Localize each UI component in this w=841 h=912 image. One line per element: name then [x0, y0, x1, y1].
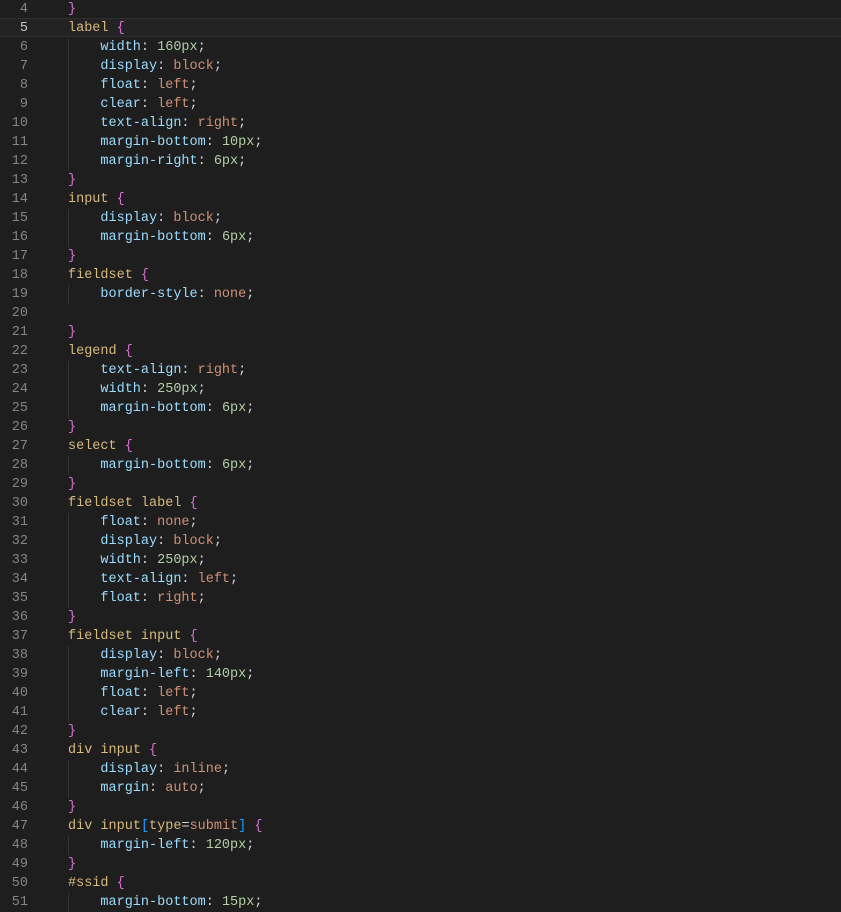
line-number: 34 [0, 570, 46, 589]
line-number: 19 [0, 285, 46, 304]
code-line[interactable]: } [68, 798, 841, 817]
line-number: 7 [0, 57, 46, 76]
line-number: 47 [0, 817, 46, 836]
line-number: 17 [0, 247, 46, 266]
line-number: 23 [0, 361, 46, 380]
code-line[interactable]: margin-left: 120px; [68, 836, 841, 855]
code-line[interactable]: clear: left; [68, 95, 841, 114]
code-line[interactable]: } [68, 475, 841, 494]
code-line[interactable]: fieldset { [68, 266, 841, 285]
line-number: 28 [0, 456, 46, 475]
code-line[interactable]: float: left; [68, 76, 841, 95]
line-number: 22 [0, 342, 46, 361]
line-number: 5 [0, 19, 46, 38]
code-line[interactable]: clear: left; [68, 703, 841, 722]
line-number: 32 [0, 532, 46, 551]
line-number: 33 [0, 551, 46, 570]
code-line[interactable]: input { [68, 190, 841, 209]
line-number: 36 [0, 608, 46, 627]
line-number: 13 [0, 171, 46, 190]
code-line[interactable]: display: inline; [68, 760, 841, 779]
code-line[interactable]: div input { [68, 741, 841, 760]
code-line[interactable]: margin-bottom: 6px; [68, 456, 841, 475]
line-number: 43 [0, 741, 46, 760]
line-number: 46 [0, 798, 46, 817]
code-line[interactable]: display: block; [68, 209, 841, 228]
line-number: 11 [0, 133, 46, 152]
code-line[interactable]: } [68, 247, 841, 266]
code-line[interactable]: } [68, 323, 841, 342]
line-number: 15 [0, 209, 46, 228]
line-number: 12 [0, 152, 46, 171]
code-line[interactable]: float: right; [68, 589, 841, 608]
code-line[interactable]: text-align: right; [68, 114, 841, 133]
line-number: 9 [0, 95, 46, 114]
code-line[interactable] [68, 304, 841, 323]
line-number: 39 [0, 665, 46, 684]
line-number: 51 [0, 893, 46, 912]
line-number: 21 [0, 323, 46, 342]
line-number: 30 [0, 494, 46, 513]
line-number: 4 [0, 0, 46, 19]
line-number: 8 [0, 76, 46, 95]
code-line[interactable]: div input[type=submit] { [68, 817, 841, 836]
code-line[interactable]: } [68, 171, 841, 190]
code-line[interactable]: #ssid { [68, 874, 841, 893]
line-number: 48 [0, 836, 46, 855]
code-line[interactable]: } [68, 722, 841, 741]
code-line[interactable]: margin-bottom: 15px; [68, 893, 841, 912]
code-line[interactable]: display: block; [68, 646, 841, 665]
line-number-gutter: 4567891011121314151617181920212223242526… [0, 0, 50, 911]
code-line[interactable]: } [68, 608, 841, 627]
code-line[interactable]: float: left; [68, 684, 841, 703]
code-line[interactable]: margin: auto; [68, 779, 841, 798]
line-number: 45 [0, 779, 46, 798]
line-number: 24 [0, 380, 46, 399]
line-number: 27 [0, 437, 46, 456]
code-line[interactable]: fieldset label { [68, 494, 841, 513]
line-number: 35 [0, 589, 46, 608]
code-line[interactable]: width: 250px; [68, 551, 841, 570]
line-number: 49 [0, 855, 46, 874]
line-number: 25 [0, 399, 46, 418]
code-line[interactable]: margin-right: 6px; [68, 152, 841, 171]
line-number: 50 [0, 874, 46, 893]
code-line[interactable]: } [68, 855, 841, 874]
line-number: 20 [0, 304, 46, 323]
code-line[interactable]: display: block; [68, 57, 841, 76]
code-line[interactable]: text-align: right; [68, 361, 841, 380]
code-line[interactable]: fieldset input { [68, 627, 841, 646]
code-line[interactable]: margin-left: 140px; [68, 665, 841, 684]
code-line[interactable]: } [68, 418, 841, 437]
code-line[interactable]: display: block; [68, 532, 841, 551]
code-line[interactable]: float: none; [68, 513, 841, 532]
code-line[interactable]: margin-bottom: 6px; [68, 228, 841, 247]
line-number: 31 [0, 513, 46, 532]
line-number: 14 [0, 190, 46, 209]
line-number: 44 [0, 760, 46, 779]
code-line[interactable]: width: 250px; [68, 380, 841, 399]
code-line[interactable]: text-align: left; [68, 570, 841, 589]
line-number: 38 [0, 646, 46, 665]
line-number: 16 [0, 228, 46, 247]
line-number: 26 [0, 418, 46, 437]
code-editor[interactable]: 4567891011121314151617181920212223242526… [0, 0, 841, 911]
code-line[interactable]: width: 160px; [68, 38, 841, 57]
code-line[interactable]: label { [68, 19, 841, 38]
line-number: 40 [0, 684, 46, 703]
line-number: 6 [0, 38, 46, 57]
code-content[interactable]: }label { width: 160px; display: block; f… [50, 0, 841, 911]
line-number: 10 [0, 114, 46, 133]
line-number: 42 [0, 722, 46, 741]
code-line[interactable]: } [68, 0, 841, 19]
line-number: 18 [0, 266, 46, 285]
code-line[interactable]: border-style: none; [68, 285, 841, 304]
code-line[interactable]: legend { [68, 342, 841, 361]
line-number: 41 [0, 703, 46, 722]
code-line[interactable]: margin-bottom: 10px; [68, 133, 841, 152]
code-line[interactable]: select { [68, 437, 841, 456]
code-line[interactable]: margin-bottom: 6px; [68, 399, 841, 418]
line-number: 37 [0, 627, 46, 646]
line-number: 29 [0, 475, 46, 494]
